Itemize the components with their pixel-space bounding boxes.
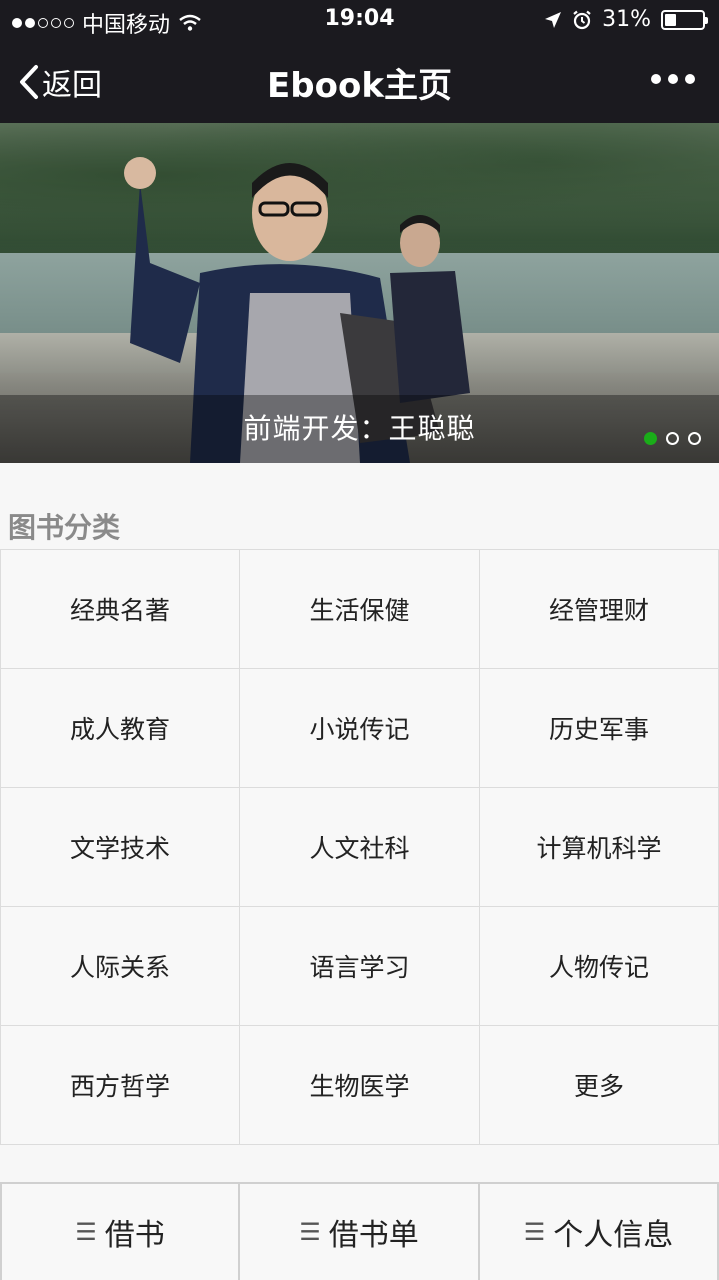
section-title: 图书分类 [8,511,121,544]
category-item[interactable]: 小说传记 [240,669,480,788]
category-item[interactable]: 西方哲学 [0,1026,240,1145]
category-item[interactable]: 文学技术 [0,788,240,907]
battery-percent: 31% [602,7,651,32]
more-dot-icon [668,74,678,84]
page-title: Ebook主页 [267,66,452,106]
menu-icon: ☰ [75,1218,97,1246]
category-item[interactable]: 经典名著 [0,550,240,669]
category-grid: 经典名著 生活保健 经管理财 成人教育 小说传记 历史军事 文学技术 人文社科 … [0,549,719,1145]
category-item[interactable]: 人际关系 [0,907,240,1026]
carousel-dot[interactable] [688,432,701,445]
tab-personal-info[interactable]: ☰ 个人信息 [480,1184,719,1280]
more-dot-icon [651,74,661,84]
alarm-clock-icon [573,10,591,29]
more-options-button[interactable] [651,74,695,84]
banner-caption: 前端开发：王聪聪 [243,412,476,445]
carousel-dot[interactable] [644,432,657,445]
banner-carousel[interactable]: 前端开发：王聪聪 [0,123,719,463]
ebook-home-page: 中国移动 19:04 31% 返回 Ebook主页 前端开发：王聪聪 图书分类 … [0,0,719,1280]
more-dot-icon [685,74,695,84]
category-item[interactable]: 历史军事 [480,669,719,788]
location-arrow-icon [545,11,562,28]
category-item[interactable]: 生活保健 [240,550,480,669]
tab-borrow-book[interactable]: ☰ 借书 [0,1184,240,1280]
battery-level-fill [665,13,676,26]
category-item[interactable]: 成人教育 [0,669,240,788]
category-item[interactable]: 计算机科学 [480,788,719,907]
menu-icon: ☰ [523,1218,546,1246]
category-item[interactable]: 经管理财 [480,550,719,669]
category-item[interactable]: 生物医学 [240,1026,480,1145]
status-right: 31% [544,7,708,32]
menu-icon: ☰ [299,1218,321,1246]
category-more[interactable]: 更多 [480,1026,719,1145]
status-bar: 中国移动 19:04 31% [0,0,719,40]
category-item[interactable]: 语言学习 [240,907,480,1026]
bottom-tab-bar: ☰ 借书 ☰ 借书单 ☰ 个人信息 [0,1182,719,1280]
battery-icon [661,9,708,30]
category-item[interactable]: 人物传记 [480,907,719,1026]
navigation-bar: 返回 Ebook主页 [0,40,719,123]
tab-label: 借书单 [328,1218,419,1253]
category-item[interactable]: 人文社科 [240,788,480,907]
tab-label: 借书 [104,1218,165,1253]
carousel-pager[interactable] [644,432,701,445]
tab-label: 个人信息 [553,1218,674,1253]
tab-borrow-list[interactable]: ☰ 借书单 [240,1184,480,1280]
carousel-dot[interactable] [666,432,679,445]
